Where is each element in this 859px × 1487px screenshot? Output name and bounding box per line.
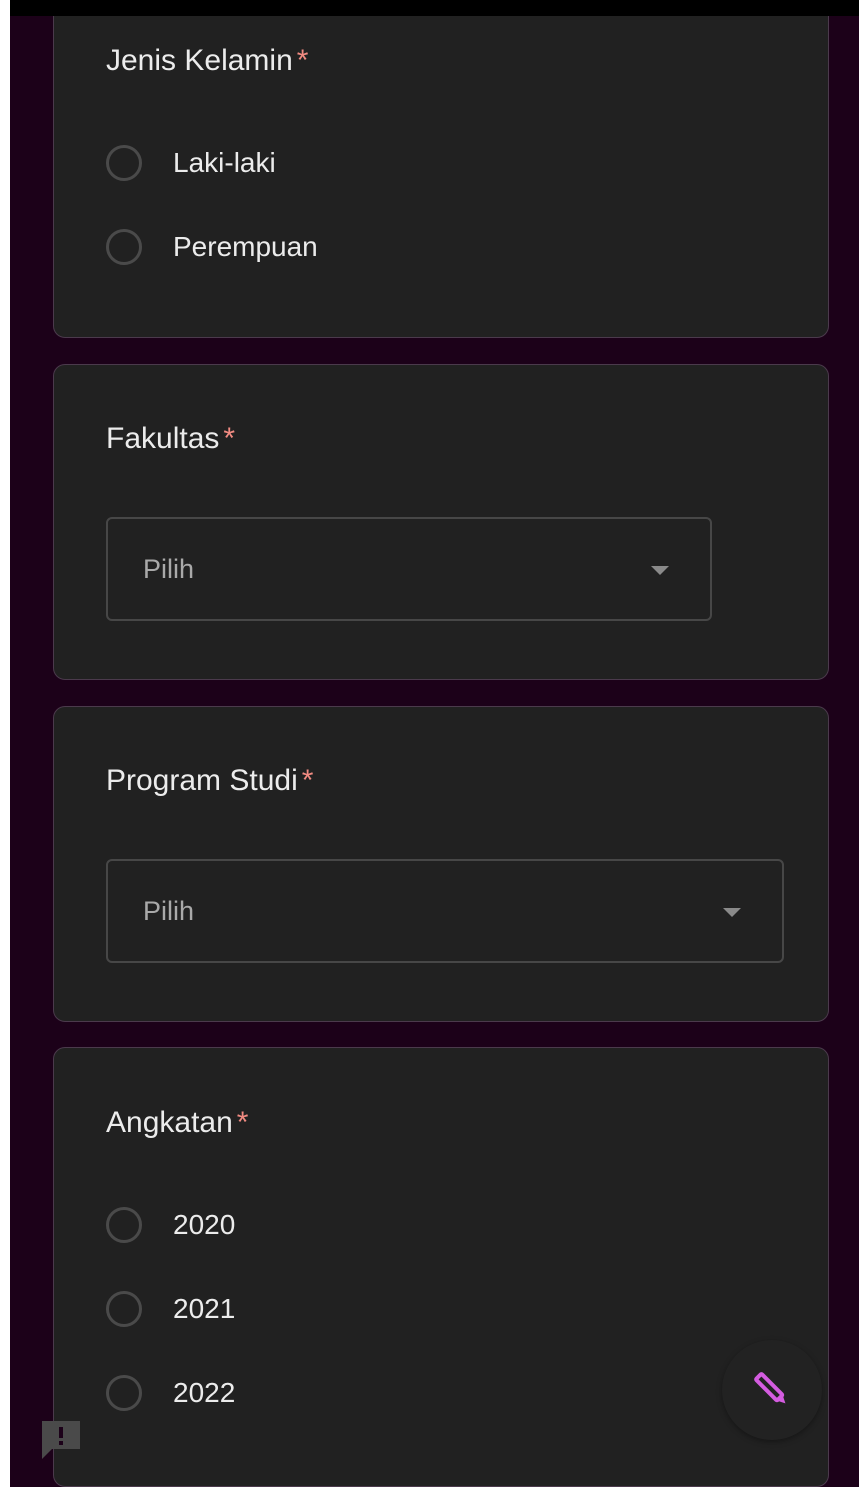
select-value: Pilih — [143, 554, 195, 584]
radio-label: 2021 — [173, 1293, 236, 1324]
radio-option-2022[interactable]: 2022 — [106, 1371, 235, 1415]
question-title-study-program-text: Program Studi — [106, 764, 298, 797]
radio-button[interactable] — [106, 1291, 142, 1327]
radio-label: 2022 — [173, 1377, 236, 1408]
required-asterisk: * — [301, 764, 314, 797]
radio-option-2021[interactable]: 2021 — [106, 1287, 235, 1331]
radio-option-male[interactable]: Laki-laki — [106, 141, 276, 185]
select-value: Pilih — [143, 896, 195, 926]
radio-button[interactable] — [106, 1207, 142, 1243]
required-asterisk: * — [296, 44, 309, 77]
question-card-faculty: Fakultas * Pilih — [53, 364, 829, 680]
question-card-year: Angkatan * 2020 2021 2022 — [53, 1047, 829, 1487]
question-title-study-program: Program Studi * — [106, 763, 313, 799]
question-card-study-program: Program Studi * Pilih — [53, 706, 829, 1022]
radio-button[interactable] — [106, 229, 142, 265]
radio-label: Perempuan — [173, 231, 318, 262]
radio-label: 2020 — [173, 1209, 236, 1240]
caret-down-icon — [723, 908, 741, 917]
question-title-faculty: Fakultas * — [106, 421, 235, 457]
question-title-year: Angkatan * — [106, 1105, 248, 1141]
feedback-icon[interactable] — [38, 1417, 84, 1463]
top-black-bar — [10, 0, 859, 16]
radio-button[interactable] — [106, 145, 142, 181]
caret-down-icon — [651, 566, 669, 575]
radio-option-2020[interactable]: 2020 — [106, 1203, 235, 1247]
form-screen: Jenis Kelamin * Laki-laki Perempuan Fakul… — [10, 16, 859, 1487]
question-card-gender: Jenis Kelamin * Laki-laki Perempuan — [53, 16, 829, 338]
pencil-icon — [754, 1372, 786, 1404]
question-title-year-text: Angkatan — [106, 1106, 233, 1139]
radio-option-female[interactable]: Perempuan — [106, 225, 318, 269]
study-program-select[interactable]: Pilih — [106, 859, 784, 963]
question-title-gender-text: Jenis Kelamin — [106, 44, 293, 77]
required-asterisk: * — [223, 422, 236, 455]
faculty-select[interactable]: Pilih — [106, 517, 712, 621]
radio-button[interactable] — [106, 1375, 142, 1411]
required-asterisk: * — [236, 1106, 249, 1139]
question-title-gender: Jenis Kelamin * — [106, 43, 308, 79]
question-title-faculty-text: Fakultas — [106, 422, 220, 455]
edit-fab-button[interactable] — [722, 1340, 822, 1440]
radio-label: Laki-laki — [173, 147, 276, 178]
